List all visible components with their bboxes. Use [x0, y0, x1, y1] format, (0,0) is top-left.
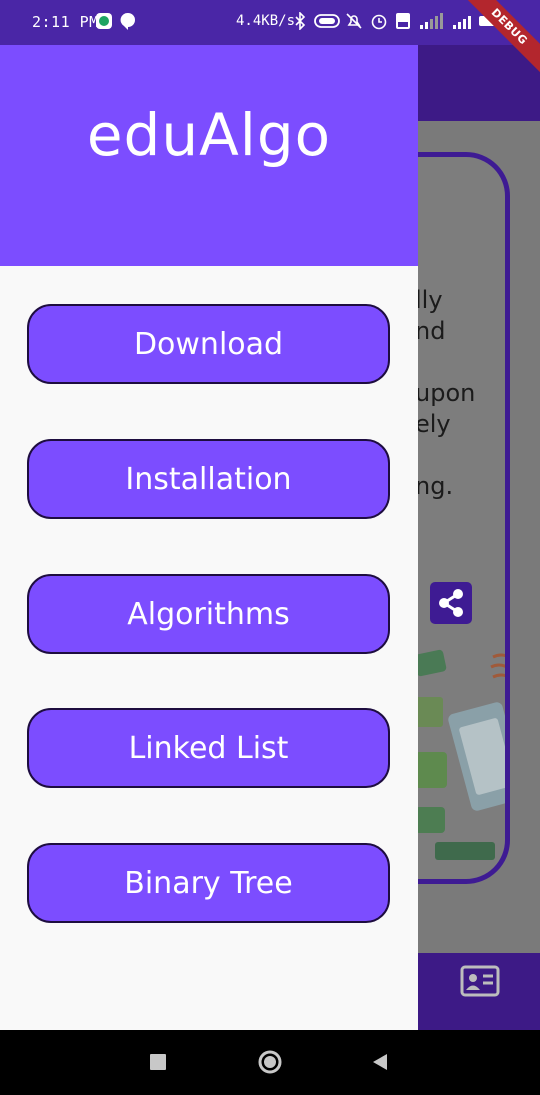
recents-icon[interactable]	[150, 1054, 166, 1074]
drawer-header: eduAlgo	[0, 45, 418, 266]
binary-tree-button[interactable]: Binary Tree	[27, 843, 390, 923]
share-icon[interactable]	[430, 582, 472, 624]
volte-icon	[395, 12, 411, 34]
mute-icon	[345, 12, 363, 34]
background-card-text: lly nd upon ely ng.	[415, 286, 476, 500]
signal-icon-2	[452, 12, 474, 34]
home-icon[interactable]	[258, 1050, 282, 1078]
status-bar: 2:11 PM 4.4KB/s	[0, 0, 540, 45]
hangouts-icon	[120, 12, 136, 34]
chat-app-icon	[95, 12, 113, 34]
linked-list-button[interactable]: Linked List	[27, 708, 390, 788]
system-nav-bar	[0, 1030, 540, 1095]
battery-saver-icon	[314, 12, 340, 34]
bluetooth-icon	[294, 11, 306, 34]
navigation-drawer: eduAlgo Download Installation Algorithms…	[0, 45, 418, 1030]
installation-button[interactable]: Installation	[27, 439, 390, 519]
contact-card-icon[interactable]	[460, 965, 500, 997]
download-button[interactable]: Download	[27, 304, 390, 384]
algorithms-button[interactable]: Algorithms	[27, 574, 390, 654]
drawer-title: eduAlgo	[86, 101, 332, 169]
status-time: 2:11 PM	[32, 13, 99, 31]
illustration-image	[413, 642, 505, 879]
alarm-icon	[370, 12, 388, 34]
signal-icon	[418, 12, 444, 34]
network-speed: 4.4KB/s	[236, 13, 296, 29]
back-icon[interactable]	[372, 1053, 388, 1075]
